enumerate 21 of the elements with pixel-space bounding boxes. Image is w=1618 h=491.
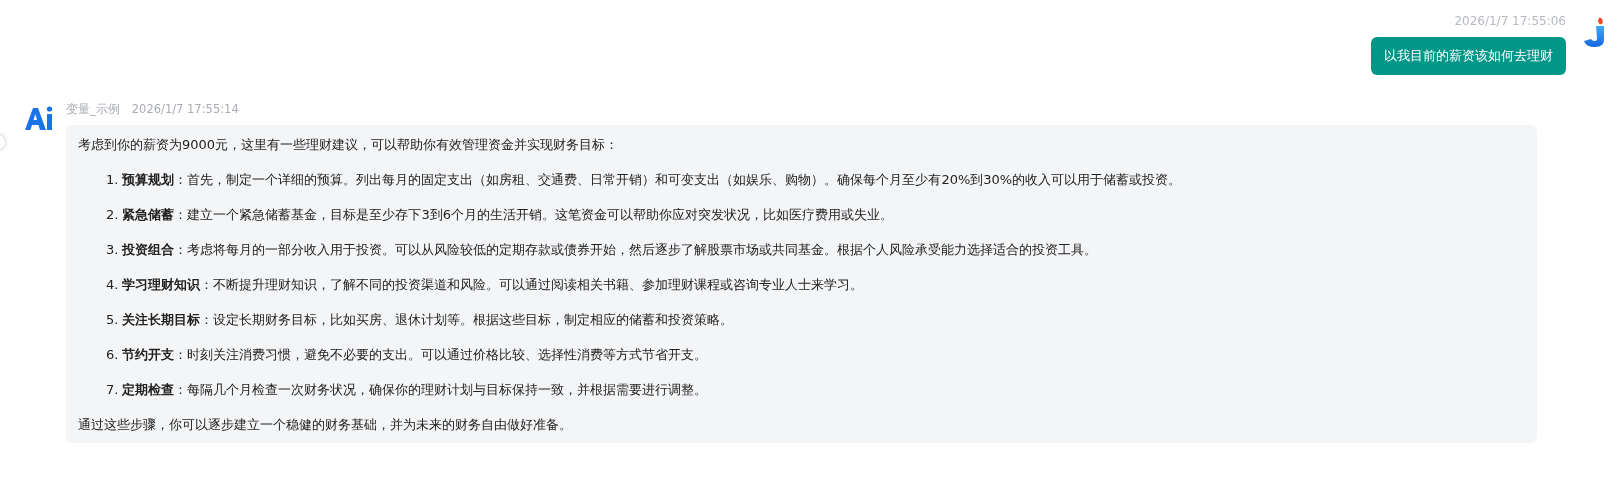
list-number: 1. <box>106 171 119 189</box>
list-number: 2. <box>106 206 119 224</box>
list-number: 6. <box>106 346 119 364</box>
list-number: 3. <box>106 241 119 259</box>
message-time: 2026/1/7 17:55:14 <box>131 102 239 117</box>
ai-avatar-icon <box>25 105 53 131</box>
list-number: 4. <box>106 276 119 294</box>
list-item-text: 学习理财知识：不断提升理财知识，了解不同的投资渠道和风险。可以通过阅读相关书籍、参加理财课程或咨询专业人士来学习。 <box>122 276 864 294</box>
list-item-text: 投资组合：考虑将每月的一部分收入用于投资。可以从风险较低的定期存款或债券开始，然后逐步了解股票市场或共同基金。根据个人风险承受能力选择适合的投资工具。 <box>122 241 1098 259</box>
list-item-text: 紧急储蓄：建立一个紧急储蓄基金，目标是至少存下3到6个月的生活开销。这笔资金可以帮助你应对突发状况，比如医疗费用或失业。 <box>122 206 893 224</box>
sender-name: 变量_示例 <box>66 102 120 117</box>
list-item-text: 定期检查：每隔几个月检查一次财务状况，确保你的理财计划与目标保持一致，并根据需要进行调整。 <box>122 381 708 399</box>
list-number: 5. <box>106 311 119 329</box>
message-paragraph: 通过这些步骤，你可以逐步建立一个稳健的财务基础，并为未来的财务自由做好准备。 <box>78 416 573 434</box>
list-item-text: 节约开支：时刻关注消费习惯，避免不必要的支出。可以通过价格比较、选择性消费等方式节省开支。 <box>122 346 708 364</box>
message-paragraph: 考虑到你的薪资为9000元，这里有一些理财建议，可以帮助你有效管理资金并实现财务目标： <box>78 136 620 154</box>
list-item-text: 预算规划：首先，制定一个详细的预算。列出每月的固定支出（如房租、交通费、日常开销）和可变支出（如娱乐、购物）。确保每个月至少有20%到30%的收入可以用于储蓄或投资。 <box>122 171 1182 189</box>
user-message: 以我目前的薪资该如何去理财 <box>1371 37 1566 75</box>
message-time: 2026/1/7 17:55:06 <box>1454 14 1566 28</box>
list-item-text: 关注长期目标：设定长期财务目标，比如买房、退休计划等。根据这些目标，制定相应的储蓄和投资策略。 <box>122 311 734 329</box>
list-number: 7. <box>106 381 119 399</box>
